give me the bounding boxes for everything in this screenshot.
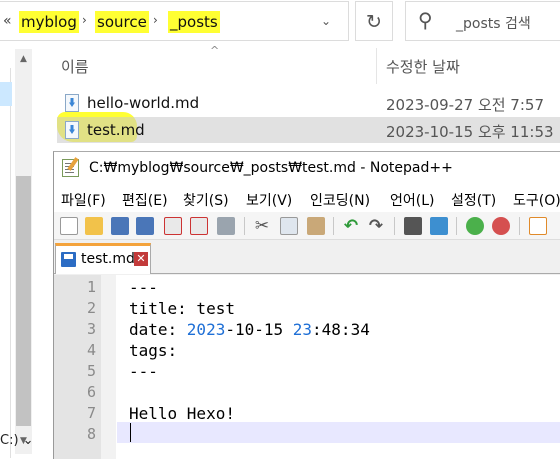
file-row[interactable]: hello-world.md 2023-09-27 오전 7:57: [57, 90, 560, 116]
breadcrumb-source[interactable]: source: [95, 11, 149, 33]
tab-close-icon[interactable]: ✕: [134, 252, 148, 266]
save-icon[interactable]: [111, 217, 129, 235]
line-number: 3: [86, 320, 96, 338]
file-row-selected[interactable]: test.md 2023-10-15 오후 11:53: [57, 117, 560, 143]
menu-search[interactable]: 찾기(S): [183, 190, 229, 210]
zoom-out-icon[interactable]: [492, 217, 510, 235]
current-line-highlight: [117, 422, 560, 443]
line-number: 2: [86, 299, 96, 317]
text-caret: [130, 423, 131, 442]
replace-icon[interactable]: [430, 217, 448, 235]
chevron-down-icon[interactable]: ⌄: [321, 14, 331, 28]
notepadpp-window: C:₩myblog₩source₩_posts₩test.md - Notepa…: [53, 151, 560, 459]
zoom-in-icon[interactable]: [466, 217, 484, 235]
line-number: 1: [86, 278, 96, 296]
copy-icon[interactable]: [280, 217, 298, 235]
menu-view[interactable]: 보기(V): [246, 190, 292, 210]
breadcrumb-posts[interactable]: _posts: [168, 11, 220, 33]
close-icon[interactable]: [164, 217, 182, 235]
nav-scrollbar-thumb[interactable]: [16, 176, 31, 426]
line-number: 8: [86, 425, 96, 443]
breadcrumb-overflow[interactable]: «: [3, 13, 12, 29]
save-all-icon[interactable]: [136, 217, 154, 235]
menu-bar: 파일(F) 편집(E) 찾기(S) 보기(V) 인코딩(N) 언어(L) 설정(…: [54, 186, 560, 212]
close-all-icon[interactable]: [190, 217, 208, 235]
code-line: ---: [129, 362, 158, 381]
menu-language[interactable]: 언어(L): [390, 190, 434, 210]
tab-label: test.md: [81, 251, 135, 267]
markdown-file-icon: [65, 121, 79, 139]
title-bar[interactable]: C:₩myblog₩source₩_posts₩test.md - Notepa…: [54, 152, 560, 186]
breadcrumb-separator-icon[interactable]: ›: [153, 13, 158, 27]
code-line: Hello Hexo!: [129, 404, 235, 423]
file-date: 2023-10-15 오후 11:53: [386, 123, 554, 141]
menu-settings[interactable]: 설정(T): [451, 190, 496, 210]
nav-divider: [10, 68, 11, 458]
toolbar-separator: [456, 217, 457, 235]
saved-file-icon: [61, 252, 76, 267]
sort-up-icon: ^: [210, 44, 220, 57]
line-number: 7: [86, 404, 96, 422]
tab-test-md[interactable]: test.md ✕: [55, 243, 151, 274]
line-number: 6: [86, 383, 96, 401]
code-line: ---: [129, 278, 158, 297]
fold-margin[interactable]: [101, 275, 116, 459]
sync-scroll-icon[interactable]: [529, 217, 547, 235]
toolbar-separator: [244, 217, 245, 235]
file-name: hello-world.md: [87, 94, 200, 112]
scroll-up-icon[interactable]: ▲: [20, 54, 27, 64]
toolbar: ✂ ↶ ↷: [54, 212, 560, 240]
refresh-button[interactable]: ↻: [355, 1, 393, 41]
find-icon[interactable]: [404, 217, 422, 235]
menu-tools[interactable]: 도구(O): [513, 190, 560, 210]
file-date: 2023-09-27 오전 7:57: [386, 96, 544, 114]
drive-label[interactable]: C:) ⌄: [0, 433, 34, 448]
cut-icon[interactable]: ✂: [253, 217, 271, 235]
menu-edit[interactable]: 편집(E): [122, 190, 168, 210]
code-number: 23: [292, 320, 313, 339]
search-icon: ⚲: [418, 8, 433, 32]
print-icon[interactable]: [217, 217, 235, 235]
column-date-modified[interactable]: 수정한 날짜: [386, 56, 460, 77]
code-line: tags:: [129, 341, 178, 360]
toolbar-separator: [519, 217, 520, 235]
paste-icon[interactable]: [307, 217, 325, 235]
code-text: -10-15: [225, 320, 293, 339]
code-line: date: 2023-10-15 23:48:34: [129, 320, 370, 339]
refresh-icon: ↻: [366, 11, 382, 33]
address-bar: « myblog › source › _posts ⌄ ↻ ⚲ _posts …: [0, 0, 560, 44]
code-text: :48:34: [312, 320, 370, 339]
redo-icon[interactable]: ↷: [367, 217, 385, 235]
breadcrumb-myblog[interactable]: myblog: [19, 11, 79, 33]
file-name: test.md: [87, 121, 145, 139]
markdown-file-icon: [65, 94, 79, 112]
code-line: title: test: [129, 299, 235, 318]
line-number: 5: [86, 362, 96, 380]
menu-encoding[interactable]: 인코딩(N): [310, 190, 370, 210]
editor-area[interactable]: 1 2 3 4 5 6 7 8 --- title: test date: 20…: [54, 275, 560, 459]
toolbar-separator: [394, 217, 395, 235]
nav-selected-item[interactable]: [0, 82, 12, 106]
line-number: 4: [86, 341, 96, 359]
column-name[interactable]: 이름: [61, 56, 89, 77]
search-placeholder: _posts 검색: [456, 16, 531, 32]
breadcrumb[interactable]: « myblog › source › _posts ⌄: [0, 1, 349, 41]
code-text: date:: [129, 320, 187, 339]
toolbar-separator: [333, 217, 334, 235]
notepadpp-icon: [62, 159, 79, 177]
tab-bar: test.md ✕: [54, 241, 560, 274]
line-number-gutter: 1 2 3 4 5 6 7 8: [54, 275, 116, 459]
new-file-icon[interactable]: [60, 217, 78, 235]
search-input[interactable]: ⚲ _posts 검색: [405, 1, 560, 41]
code-number: 2023: [186, 320, 226, 339]
undo-icon[interactable]: ↶: [342, 217, 360, 235]
open-file-icon[interactable]: [85, 217, 103, 235]
column-divider[interactable]: [376, 48, 377, 84]
menu-file[interactable]: 파일(F): [61, 190, 106, 210]
column-header: 이름 ^ 수정한 날짜: [50, 44, 560, 84]
window-title: C:₩myblog₩source₩_posts₩test.md - Notepa…: [89, 160, 453, 176]
breadcrumb-separator-icon[interactable]: ›: [82, 13, 87, 27]
